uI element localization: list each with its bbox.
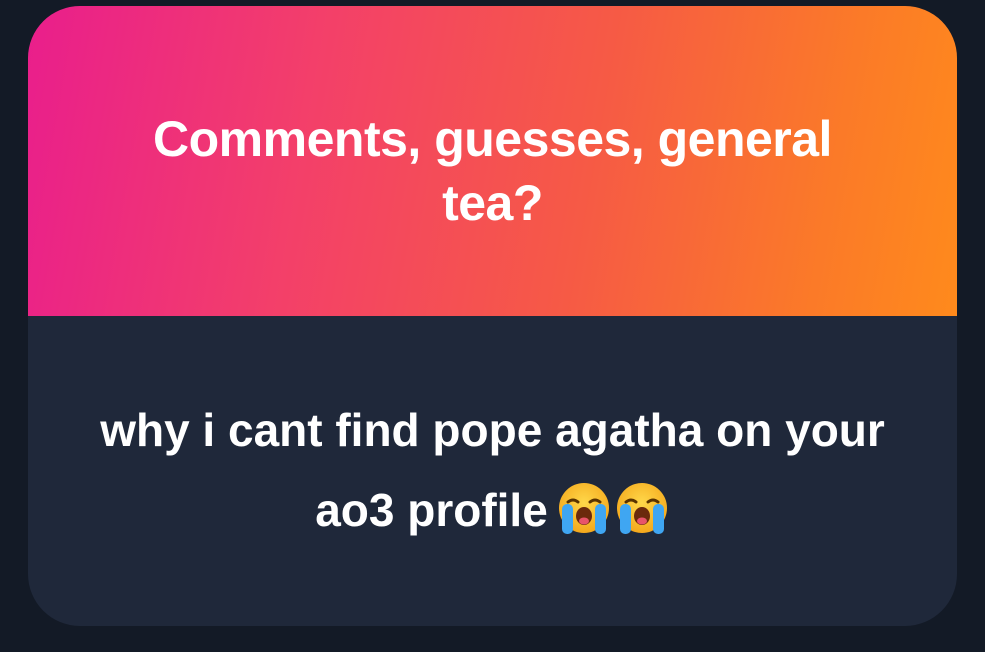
response-message: why i cant find pope agatha on your ao3 … [63, 390, 923, 560]
question-header: Comments, guesses, general tea? [28, 6, 957, 316]
loudly-crying-face-icon [614, 480, 670, 536]
response-area: why i cant find pope agatha on your ao3 … [28, 316, 957, 626]
question-prompt: Comments, guesses, general tea? [153, 111, 832, 231]
question-card: Comments, guesses, general tea? why i ca… [28, 6, 957, 626]
loudly-crying-face-icon [556, 480, 612, 536]
response-text: why i cant find pope agatha on your ao3 … [100, 404, 885, 536]
emoji-group [554, 480, 670, 560]
